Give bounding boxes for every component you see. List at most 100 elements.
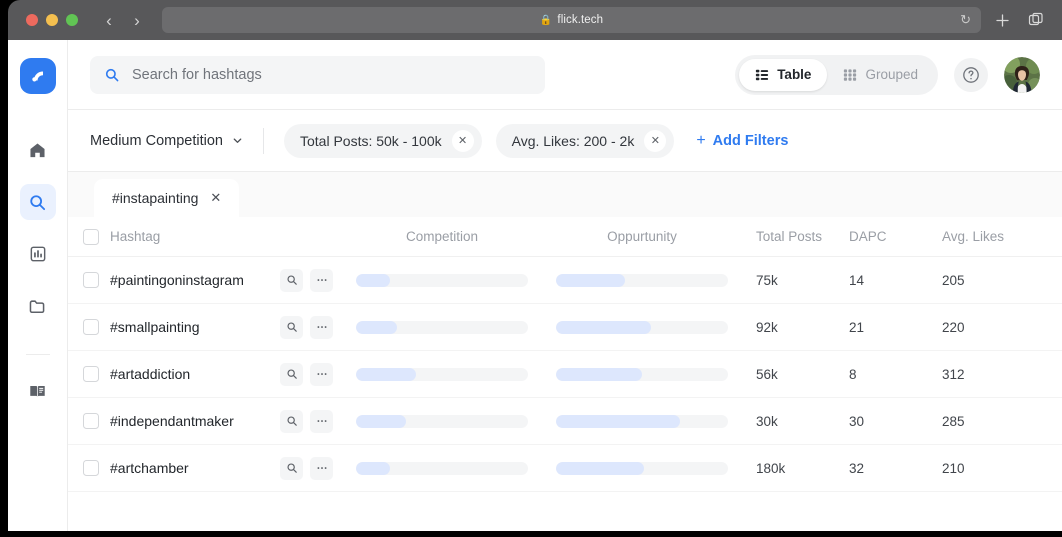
competition-fill [356, 321, 397, 334]
row-search-button[interactable] [280, 269, 303, 292]
row-actions [280, 457, 356, 480]
row-hashtag: #artaddiction [110, 366, 280, 382]
filter-bar: Medium Competition Total Posts: 50k - 10… [68, 110, 1062, 172]
row-search-button[interactable] [280, 457, 303, 480]
row-opportunity-bar [556, 415, 756, 428]
view-toggle-grouped[interactable]: Grouped [827, 59, 934, 91]
row-avg-likes: 220 [942, 320, 965, 335]
plus-icon[interactable] [995, 13, 1010, 28]
select-all-cell[interactable] [68, 229, 110, 245]
close-icon[interactable]: ✕ [644, 130, 666, 152]
filter-divider [263, 128, 264, 154]
flick-logo[interactable] [20, 58, 56, 94]
competition-select[interactable]: Medium Competition [90, 133, 243, 149]
filter-chip-avg-likes[interactable]: Avg. Likes: 200 - 2k ✕ [496, 124, 675, 158]
close-icon[interactable]: ✕ [210, 190, 221, 206]
row-actions [280, 363, 356, 386]
competition-fill [356, 462, 390, 475]
row-checkbox[interactable] [83, 319, 99, 335]
row-actions [280, 269, 356, 292]
row-more-button[interactable] [310, 457, 333, 480]
sidebar-item-learn[interactable] [20, 373, 56, 409]
close-icon[interactable]: ✕ [452, 130, 474, 152]
back-chevron-icon[interactable]: ‹ [98, 9, 120, 31]
row-search-button[interactable] [280, 363, 303, 386]
plus-icon: + [696, 132, 705, 150]
filter-chip-total-posts[interactable]: Total Posts: 50k - 100k ✕ [284, 124, 482, 158]
row-competition-bar [356, 415, 556, 428]
row-opportunity-bar [556, 274, 756, 287]
address-bar[interactable]: 🔒 flick.tech ↻ [162, 7, 981, 33]
row-competition-bar [356, 274, 556, 287]
address-bar-text: 🔒 flick.tech [540, 14, 603, 26]
column-header-total-posts[interactable]: Total Posts [756, 229, 849, 244]
row-checkbox[interactable] [83, 413, 99, 429]
opportunity-track [556, 368, 728, 381]
row-select-cell[interactable] [68, 319, 110, 335]
view-toggle-table[interactable]: Table [739, 59, 827, 91]
row-total-posts: 30k [756, 414, 849, 429]
column-header-competition[interactable]: Competition [356, 229, 556, 244]
view-toggle-grouped-label: Grouped [865, 67, 918, 82]
row-dapc: 8 [849, 367, 942, 382]
browser-nav: ‹ › [98, 9, 148, 31]
opportunity-fill [556, 368, 642, 381]
tabs-icon[interactable] [1028, 12, 1044, 28]
forward-chevron-icon[interactable]: › [126, 9, 148, 31]
row-more-button[interactable] [310, 363, 333, 386]
header-actions: Table Grouped [735, 55, 1040, 95]
sidebar-divider [26, 354, 50, 355]
sidebar [8, 40, 68, 531]
row-avg-likes: 210 [942, 461, 965, 476]
table-row[interactable]: #paintingoninstagram75k14205 [68, 257, 1062, 304]
row-checkbox[interactable] [83, 366, 99, 382]
row-select-cell[interactable] [68, 460, 110, 476]
row-search-button[interactable] [280, 410, 303, 433]
row-select-cell[interactable] [68, 272, 110, 288]
row-select-cell[interactable] [68, 366, 110, 382]
competition-fill [356, 368, 416, 381]
opportunity-fill [556, 415, 680, 428]
row-more-button[interactable] [310, 316, 333, 339]
row-checkbox[interactable] [83, 272, 99, 288]
row-dapc: 14 [849, 273, 942, 288]
table-row[interactable]: #independantmaker30k30285 [68, 398, 1062, 445]
sidebar-item-collections[interactable] [20, 288, 56, 324]
select-all-checkbox[interactable] [83, 229, 99, 245]
row-competition-bar [356, 368, 556, 381]
sidebar-item-search[interactable] [20, 184, 56, 220]
reload-icon[interactable]: ↻ [960, 12, 971, 28]
close-window-button[interactable] [26, 14, 38, 26]
table-row[interactable]: #artaddiction56k8312 [68, 351, 1062, 398]
competition-fill [356, 274, 390, 287]
row-select-cell[interactable] [68, 413, 110, 429]
main-content: Search for hashtags Table [68, 40, 1062, 531]
row-more-button[interactable] [310, 269, 333, 292]
table-row[interactable]: #artchamber180k32210 [68, 445, 1062, 492]
sidebar-item-home[interactable] [20, 132, 56, 168]
row-more-button[interactable] [310, 410, 333, 433]
column-header-dapc[interactable]: DAPC [849, 229, 942, 244]
help-button[interactable] [954, 58, 988, 92]
row-avg-likes: 312 [942, 367, 965, 382]
column-header-avg-likes[interactable]: Avg. Likes [942, 229, 1004, 244]
row-competition-bar [356, 462, 556, 475]
filter-chip-avg-likes-label: Avg. Likes: 200 - 2k [512, 133, 635, 149]
minimize-window-button[interactable] [46, 14, 58, 26]
maximize-window-button[interactable] [66, 14, 78, 26]
row-search-button[interactable] [280, 316, 303, 339]
row-checkbox[interactable] [83, 460, 99, 476]
column-header-opportunity[interactable]: Oppurtunity [556, 229, 756, 244]
add-filters-button[interactable]: + Add Filters [696, 132, 788, 150]
table-row[interactable]: #smallpainting92k21220 [68, 304, 1062, 351]
lock-icon: 🔒 [540, 15, 553, 26]
column-header-hashtag[interactable]: Hashtag [110, 229, 280, 244]
search-input[interactable]: Search for hashtags [90, 56, 545, 94]
opportunity-track [556, 415, 728, 428]
hashtag-table: Hashtag Competition Oppurtunity Total Po… [68, 217, 1062, 492]
hashtag-tab-instapainting[interactable]: #instapainting ✕ [94, 179, 239, 217]
user-avatar[interactable] [1004, 57, 1040, 93]
chevron-down-icon [232, 135, 243, 146]
table-header-row: Hashtag Competition Oppurtunity Total Po… [68, 217, 1062, 257]
sidebar-item-analytics[interactable] [20, 236, 56, 272]
